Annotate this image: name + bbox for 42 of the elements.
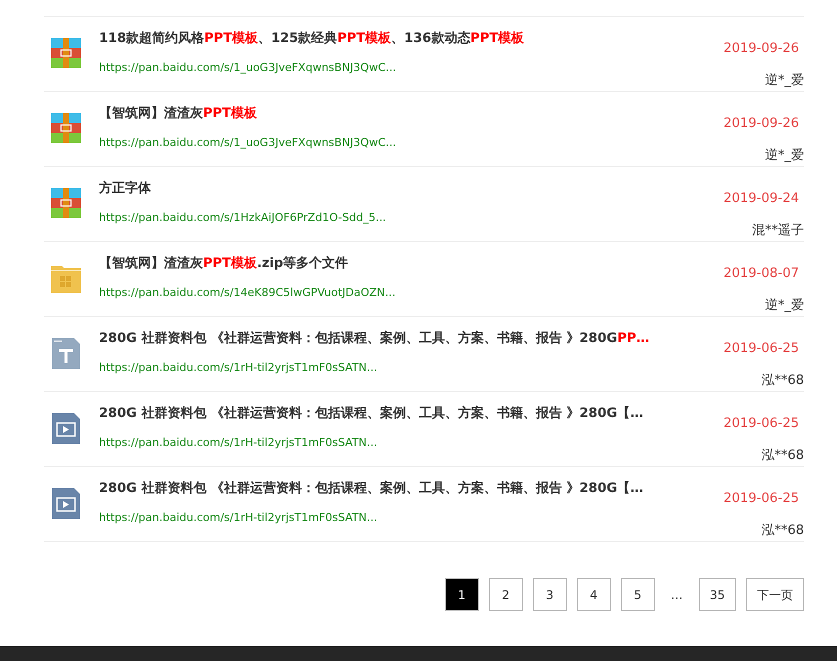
uploader-name: 泓**68 xyxy=(761,523,804,539)
file-link[interactable]: https://pan.baidu.com/s/1_uoG3JveFXqwnsBNJ3QwC... xyxy=(99,60,396,76)
file-title[interactable]: 280G 社群资料包 《社群运营资料：包括课程、案例、工具、方案、书籍、报告 》280G【… xyxy=(99,480,704,498)
uploader-name: 泓**68 xyxy=(761,448,804,464)
file-link[interactable]: https://pan.baidu.com/s/1_uoG3JveFXqwnsBNJ3QwC... xyxy=(99,135,396,151)
file-date: 2019-09-26 xyxy=(723,41,799,57)
archive-icon xyxy=(50,112,82,144)
page-button[interactable]: 3 xyxy=(532,578,567,611)
uploader-name: 逆*_爱 xyxy=(765,298,804,314)
file-date: 2019-06-25 xyxy=(723,416,799,432)
page-button[interactable]: 4 xyxy=(576,578,611,611)
file-title[interactable]: 280G 社群资料包 《社群运营资料：包括课程、案例、工具、方案、书籍、报告 》280GPP… xyxy=(99,330,704,348)
file-title[interactable]: 【智筑网】渣渣灰PPT模板 xyxy=(99,105,704,123)
video-file-icon xyxy=(50,487,82,519)
file-date: 2019-06-25 xyxy=(723,491,799,507)
file-date: 2019-09-26 xyxy=(723,116,799,132)
file-title[interactable]: 方正字体 xyxy=(99,180,704,198)
uploader-name: 逆*_爱 xyxy=(765,148,804,164)
archive-icon xyxy=(50,37,82,69)
file-title[interactable]: 280G 社群资料包 《社群运营资料：包括课程、案例、工具、方案、书籍、报告 》280G【… xyxy=(99,405,704,423)
file-title[interactable]: 118款超简约风格PPT模板、125款经典PPT模板、136款动态PPT模板 xyxy=(99,30,704,48)
file-link[interactable]: https://pan.baidu.com/s/1rH-til2yrjsT1mF0sSATN... xyxy=(99,360,378,376)
uploader-name: 泓**68 xyxy=(761,373,804,389)
file-date: 2019-06-25 xyxy=(723,341,799,357)
file-title[interactable]: 【智筑网】渣渣灰PPT模板.zip等多个文件 xyxy=(99,255,704,273)
page-button[interactable]: 2 xyxy=(488,578,523,611)
file-date: 2019-08-07 xyxy=(723,266,799,282)
file-link[interactable]: https://pan.baidu.com/s/1HzkAiJOF6PrZd1O-Sdd_5... xyxy=(99,210,386,226)
archive-icon xyxy=(50,187,82,219)
file-link[interactable]: https://pan.baidu.com/s/1rH-til2yrjsT1mF0sSATN... xyxy=(99,510,378,526)
page-button[interactable]: 5 xyxy=(620,578,655,611)
video-file-icon xyxy=(50,412,82,444)
page-button[interactable]: 1 xyxy=(444,578,479,611)
file-date: 2019-09-24 xyxy=(723,191,799,207)
uploader-name: 逆*_爱 xyxy=(765,73,804,89)
page-button[interactable]: 35 xyxy=(698,578,736,611)
file-link[interactable]: https://pan.baidu.com/s/1rH-til2yrjsT1mF0sSATN... xyxy=(99,435,378,451)
text-file-icon xyxy=(50,337,82,369)
next-page-button[interactable]: 下一页 xyxy=(746,578,804,611)
uploader-name: 混**遥子 xyxy=(752,223,804,239)
pagination-ellipsis: … xyxy=(670,586,684,604)
file-link[interactable]: https://pan.baidu.com/s/14eK89C5lwGPVuotJDaOZN... xyxy=(99,285,396,301)
